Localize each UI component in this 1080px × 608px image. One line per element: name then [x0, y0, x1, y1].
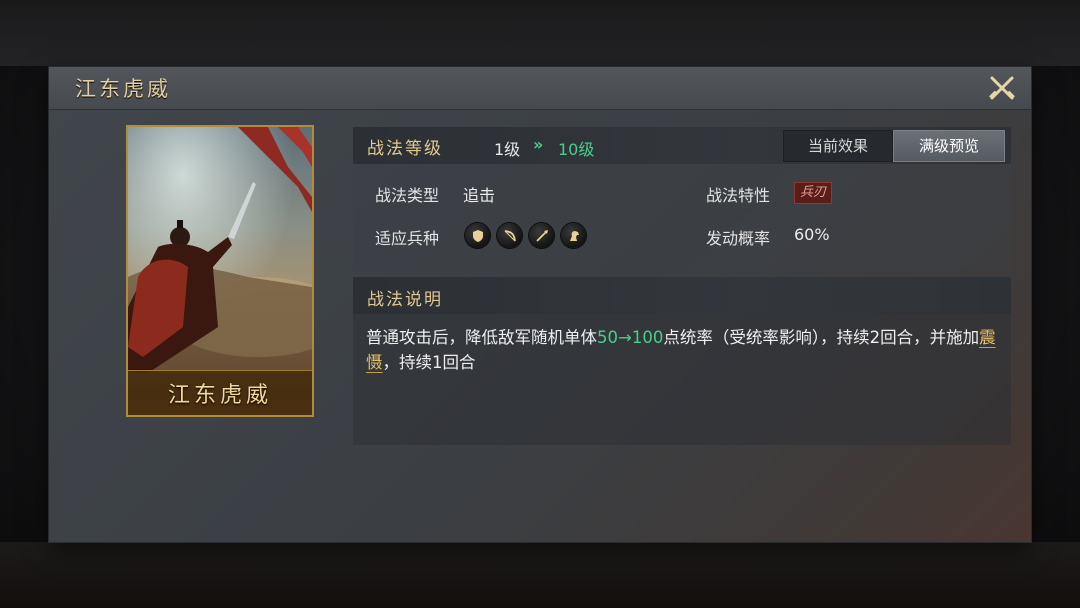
dialog-title: 江东虎威 [75, 77, 171, 101]
card-name: 江东虎威 [167, 383, 272, 408]
level-arrow-icon: » [533, 135, 544, 154]
spear-icon [529, 223, 554, 248]
description-text: 普通攻击后，降低敌军随机单体50→100点统率（受统率影响），持续2回合，并施加… [366, 325, 1006, 375]
shield-icon [465, 223, 490, 248]
close-crossed-swords-icon [989, 76, 1015, 100]
info-panel: 战法等级 1级 » 10级 当前效果 满级预览 战法类型 追击 战法特性 兵刃 … [353, 127, 1011, 271]
trait-label: 战法特性 [706, 186, 771, 205]
close-button[interactable] [985, 71, 1019, 105]
description-title: 战法说明 [367, 290, 443, 310]
tab-max-preview[interactable]: 满级预览 [893, 130, 1005, 162]
max-level: 10级 [558, 140, 595, 159]
level-label: 战法等级 [367, 139, 443, 159]
description-range: 50→100 [597, 328, 664, 347]
description-part2: 点统率（受统率影响），持续2回合，并施加 [663, 328, 980, 347]
rate-value: 60% [794, 225, 830, 244]
rate-label: 发动概率 [706, 229, 771, 248]
level-bar: 战法等级 1级 » 10级 当前效果 满级预览 [353, 127, 1011, 164]
units-label: 适应兵种 [375, 229, 440, 248]
skill-dialog: 江东虎威 江东虎威 战法等级 1级 » 10级 当前效果 满级预览 战法类型 追… [49, 67, 1031, 542]
title-bar: 江东虎威 [49, 67, 1031, 110]
description-panel: 战法说明 普通攻击后，降低敌军随机单体50→100点统率（受统率影响），持续2回… [353, 277, 1011, 445]
description-part3: ，持续1回合 [382, 353, 476, 372]
bow-icon [497, 223, 522, 248]
type-value: 追击 [463, 186, 496, 205]
background-top [0, 0, 1080, 66]
horse-icon [561, 223, 586, 248]
current-level: 1级 [494, 140, 521, 159]
unit-icons [465, 223, 586, 248]
background-bottom [0, 542, 1080, 608]
type-label: 战法类型 [375, 186, 440, 205]
trait-badge: 兵刃 [794, 182, 833, 204]
skill-card: 江东虎威 [126, 125, 314, 417]
card-name-bar: 江东虎威 [128, 370, 312, 415]
card-artwork-image [128, 127, 312, 373]
tab-current-effect[interactable]: 当前效果 [783, 130, 893, 162]
description-header: 战法说明 [353, 277, 1011, 314]
description-part1: 普通攻击后，降低敌军随机单体 [366, 328, 597, 347]
